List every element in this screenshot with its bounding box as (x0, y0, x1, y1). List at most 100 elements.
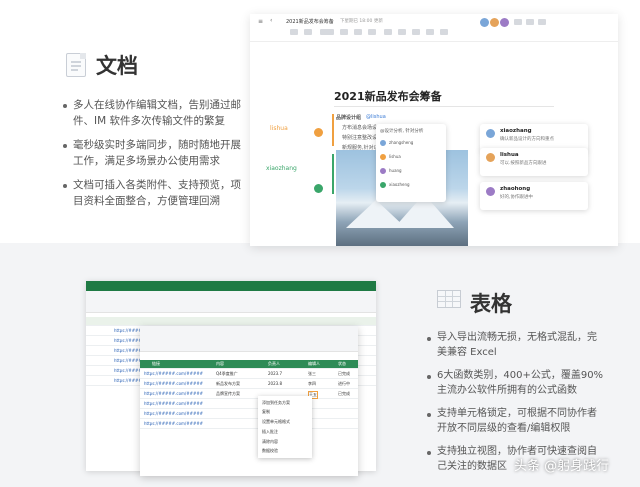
doc-heading[interactable]: 2021新品发布会筹备 (334, 88, 442, 104)
avatar (380, 168, 386, 174)
context-menu-item[interactable]: 清除内容 (262, 439, 278, 445)
context-menu-item[interactable]: 添加到任务方案 (262, 400, 290, 406)
avatar (380, 182, 386, 188)
table-row[interactable]: https://#####.com/##### (140, 410, 358, 419)
popup-user[interactable]: huang (389, 168, 402, 173)
collaborator-name: xiaozhang (266, 165, 297, 172)
sheet-feature-item: 导入导出流畅无损，无格式混乱，完美兼容 Excel (427, 330, 605, 360)
cell-link[interactable]: https://#####.com/##### (144, 421, 203, 426)
cell-link[interactable]: https://#####.com/##### (144, 371, 203, 376)
context-menu-item[interactable]: 插入批注 (262, 429, 278, 435)
cell-content[interactable]: 品牌宣传方案 (216, 391, 240, 397)
avatar[interactable] (490, 18, 499, 27)
avatar (380, 140, 386, 146)
style-dropdown[interactable] (320, 29, 334, 35)
popup-user[interactable]: zhangsheng (389, 140, 413, 145)
avatar[interactable] (500, 18, 509, 27)
comment-text: 可以.按照新品方向跟进 (500, 161, 547, 166)
cell-date[interactable]: 2023.7 (268, 371, 282, 376)
comment-author: zhaohong (500, 186, 531, 192)
sheet-toolbar (140, 326, 358, 352)
doc-saved-status: 下星期已 18:00 更新 (340, 19, 383, 24)
column-header[interactable]: 编辑人 (308, 361, 320, 367)
underline-icon[interactable] (368, 29, 376, 35)
excel-title-bar (86, 281, 376, 291)
doc-feature-item: 文档可插入各类附件、支持预览，项目资料全面整合，方便管理回溯 (63, 177, 248, 209)
cell-link[interactable]: https://#####.com/##### (144, 381, 203, 386)
italic-icon[interactable] (354, 29, 362, 35)
doc-section-title: 文档 (96, 54, 138, 78)
divider (334, 106, 554, 107)
context-menu-item[interactable]: 设置单元格格式 (262, 419, 290, 425)
align-icon[interactable] (398, 29, 406, 35)
comment-card[interactable]: lishua 可以.按照新品方向跟进 (480, 148, 588, 176)
menu-icon[interactable]: ≡ (258, 18, 263, 25)
context-menu: 添加到任务方案 复制 设置单元格格式 插入批注 清除内容 数据校验 (258, 396, 312, 458)
document-icon (66, 53, 86, 77)
undo-icon[interactable] (290, 29, 298, 35)
table-row[interactable]: https://#####.com/##### (140, 400, 358, 409)
doc-tab-title[interactable]: 2021新品发布会筹备 (286, 18, 334, 25)
cell-status[interactable]: 已完成 (338, 391, 350, 397)
cell-link[interactable]: https://#####.com/##### (144, 401, 203, 406)
context-menu-item[interactable]: 数据校验 (262, 448, 278, 454)
image-icon[interactable] (426, 29, 434, 35)
column-header[interactable]: 负责人 (268, 361, 280, 367)
doc-feature-item: 多人在线协作编辑文档，告别通过邮件、IM 软件多次传输文件的繁复 (63, 97, 248, 129)
collaborator-name: lishua (270, 125, 288, 132)
back-icon[interactable]: ‹ (270, 17, 272, 24)
column-header[interactable]: 链接 (152, 361, 160, 367)
popup-user[interactable]: xiaozheng (389, 182, 410, 187)
redo-icon[interactable] (304, 29, 312, 35)
avatar (486, 187, 495, 196)
doc-feature-item: 毫秒级实时多端同步，随时随地开展工作，满足多场景办公使用需求 (63, 137, 248, 169)
avatar (486, 129, 495, 138)
cell-status[interactable]: 已完成 (338, 371, 350, 377)
column-header[interactable]: 状态 (338, 361, 346, 367)
share-icon[interactable] (514, 19, 522, 25)
avatar (314, 184, 323, 193)
comment-author: xiaozhang (500, 128, 532, 134)
avatar (486, 153, 495, 162)
cell-owner[interactable]: 张三 (308, 371, 316, 377)
excel-ribbon (86, 291, 376, 313)
cursor-bar-xiaozhang (332, 154, 334, 194)
table-row[interactable]: https://#####.com/##### Q4季度推广 2023.7 张三… (140, 370, 358, 379)
mention-popup: @设计分析, 针对分析 zhangsheng lishua huang xiao… (376, 124, 446, 202)
comment-card[interactable]: zhaohong 好的,协作跟进中 (480, 182, 588, 210)
table-icon[interactable] (440, 29, 448, 35)
doc-toolbar: ≡ ‹ 2021新品发布会筹备 下星期已 18:00 更新 (250, 14, 618, 42)
watermark: 头条 @躬身践行 (514, 459, 610, 474)
comment-text: 确认新品设计的方向和重点 (500, 137, 554, 142)
cell-content[interactable]: 新品发布方案 (216, 381, 240, 387)
list-icon[interactable] (384, 29, 392, 35)
sheet-feature-item: 支持单元格锁定，可根据不同协作者开放不同层级的查看/编辑权限 (427, 406, 605, 436)
popup-title: @设计分析, 针对分析 (380, 129, 424, 134)
cursor-bar-lishua (332, 114, 334, 146)
bold-icon[interactable] (340, 29, 348, 35)
table-row[interactable]: https://#####.com/##### (140, 420, 358, 429)
column-header[interactable]: 内容 (216, 361, 224, 367)
comment-author: lishua (500, 152, 519, 158)
cell-content[interactable]: Q4季度推广 (216, 371, 238, 377)
avatar (380, 154, 386, 160)
sheet-feature-item: 6大函数类别，400+公式，覆盖90%主流办公软件所拥有的公式函数 (427, 368, 605, 398)
cell-link[interactable]: https://#####.com/##### (144, 411, 203, 416)
doc-bullet-label[interactable]: 品牌设计组 (336, 114, 361, 121)
table-row (86, 317, 376, 326)
mention-tag[interactable]: @lishua (366, 114, 386, 120)
table-row[interactable]: https://#####.com/##### 新品发布方案 2023.8 李四… (140, 380, 358, 389)
cell-date[interactable]: 2023.8 (268, 381, 282, 386)
link-icon[interactable] (412, 29, 420, 35)
sheet-section-title: 表格 (470, 292, 512, 316)
table-row[interactable]: https://#####.com/##### 品牌宣传方案 王五 已完成 (140, 390, 358, 399)
cell-status[interactable]: 进行中 (338, 381, 350, 387)
more-icon[interactable] (538, 19, 546, 25)
spreadsheet-window-front: 链接 内容 负责人 编辑人 状态 https://#####.com/#####… (140, 326, 358, 476)
avatar[interactable] (480, 18, 489, 27)
cell-owner[interactable]: 李四 (308, 381, 316, 387)
context-menu-item[interactable]: 复制 (262, 409, 270, 415)
popup-user[interactable]: lishua (389, 154, 401, 159)
cell-link[interactable]: https://#####.com/##### (144, 391, 203, 396)
comment-icon[interactable] (526, 19, 534, 25)
